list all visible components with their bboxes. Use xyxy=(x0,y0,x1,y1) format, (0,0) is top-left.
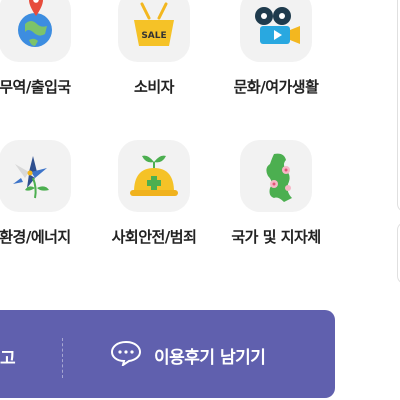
pinwheel-flower-icon xyxy=(0,140,71,212)
category-consumer[interactable]: SALE 소비자 xyxy=(89,0,219,97)
category-environment-energy[interactable]: 환경/에너지 xyxy=(0,140,100,247)
movie-camera-icon xyxy=(240,0,312,62)
left-action-label[interactable]: 고 xyxy=(0,344,16,369)
safety-helmet-sprout-icon xyxy=(118,140,190,212)
category-label: 문화/여가생활 xyxy=(233,78,319,96)
leave-review-button[interactable]: 이용후기 남기기 xyxy=(110,340,266,370)
bar-divider xyxy=(62,338,63,378)
category-label: 사회안전/범죄 xyxy=(111,228,197,246)
category-social-safety-crime[interactable]: 사회안전/범죄 xyxy=(89,140,219,247)
bottom-action-bar: 고 이용후기 남기기 xyxy=(0,310,335,398)
korea-map-flower-icon xyxy=(240,140,312,212)
category-culture-leisure[interactable]: 문화/여가생활 xyxy=(211,0,341,97)
globe-pin-icon xyxy=(0,0,71,62)
category-label: 환경/에너지 xyxy=(0,228,71,246)
chat-bubble-icon xyxy=(110,340,142,370)
sale-text: SALE xyxy=(141,31,166,41)
sale-basket-icon: SALE xyxy=(118,0,190,62)
category-label: 국가 및 지자체 xyxy=(231,228,321,246)
category-label: 무역/출입국 xyxy=(0,78,71,96)
category-trade-immigration[interactable]: 무역/출입국 xyxy=(0,0,100,97)
category-state-local-government[interactable]: 국가 및 지자체 xyxy=(211,140,341,247)
leave-review-label: 이용후기 남기기 xyxy=(154,347,266,368)
category-label: 소비자 xyxy=(134,78,174,96)
